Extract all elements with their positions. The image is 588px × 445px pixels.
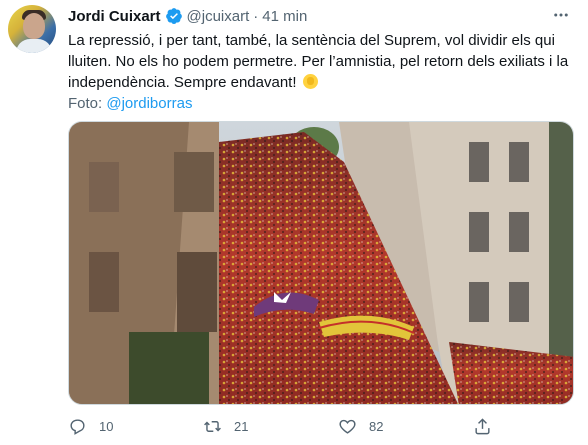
- tweet-text-line-content: independència. Sempre endavant!: [68, 74, 297, 91]
- verified-badge-icon: [165, 7, 183, 25]
- photo-credit: Foto: @jordiborras: [68, 93, 573, 114]
- crowd-photo-illustration: [69, 122, 573, 404]
- retweet-icon: [204, 420, 221, 432]
- tweet-text: La repressió, i per tant, també, la sent…: [68, 30, 573, 114]
- share-icon: [475, 417, 490, 434]
- header-separator: ·: [253, 7, 259, 25]
- author-name[interactable]: Jordi Cuixart: [68, 8, 161, 25]
- tweet-photo[interactable]: [68, 121, 574, 405]
- retweet-count: 21: [234, 418, 249, 434]
- tweet-header: Jordi Cuixart @jcuixart · 41 min: [68, 6, 307, 26]
- tweet-timestamp[interactable]: 41 min: [262, 8, 307, 25]
- avatar-face: [23, 13, 45, 39]
- author-handle[interactable]: @jcuixart: [187, 8, 250, 25]
- raised-fist-emoji: [302, 74, 318, 89]
- reply-count: 10: [99, 418, 114, 434]
- tweet[interactable]: Jordi Cuixart @jcuixart · 41 min La repr…: [0, 0, 588, 445]
- avatar-shirt: [16, 39, 52, 53]
- like-count: 82: [369, 418, 384, 434]
- tweet-actions: 10 21 82: [68, 414, 508, 438]
- photo-mention-link[interactable]: @jordiborras: [106, 95, 192, 112]
- retweet-button[interactable]: 21: [203, 414, 248, 438]
- tweet-text-line: independència. Sempre endavant!: [68, 72, 573, 93]
- like-button[interactable]: 82: [338, 414, 383, 438]
- share-button[interactable]: [473, 414, 492, 438]
- more-icon[interactable]: [548, 6, 574, 24]
- reply-icon: [70, 418, 85, 435]
- avatar[interactable]: [8, 5, 56, 53]
- heart-icon: [339, 419, 356, 434]
- tweet-text-line: La repressió, i per tant, també, la sent…: [68, 32, 555, 49]
- tweet-text-line: lluiten. No els ho podem permetre. Per l…: [68, 53, 569, 70]
- reply-button[interactable]: 10: [68, 414, 113, 438]
- photo-credit-label: Foto:: [68, 95, 103, 112]
